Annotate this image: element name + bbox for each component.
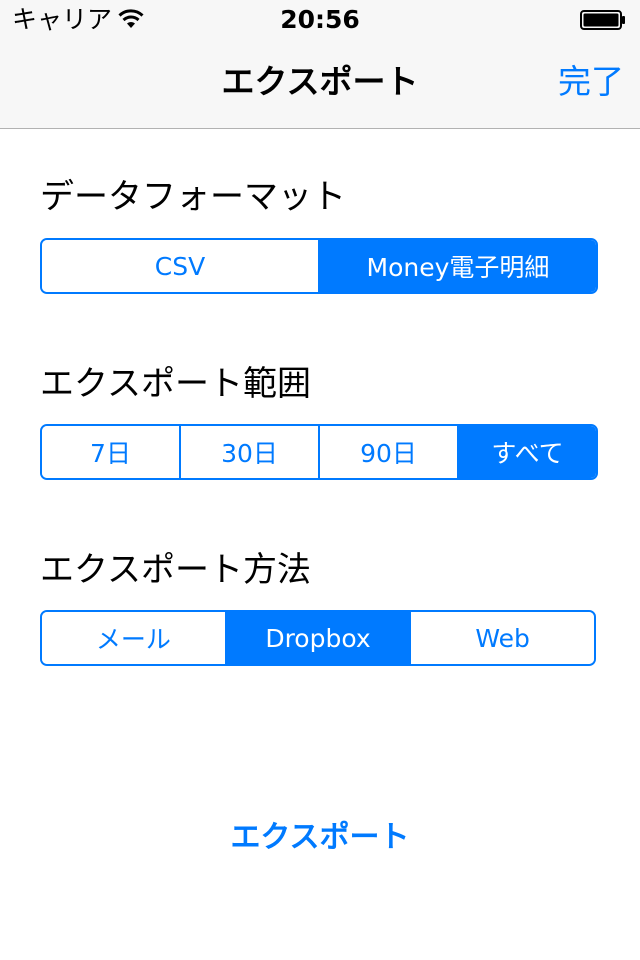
page-title: エクスポート xyxy=(221,62,419,101)
done-button[interactable]: 完了 xyxy=(558,60,624,104)
segment-90-days[interactable]: 90日 xyxy=(318,426,457,478)
segment-mail[interactable]: メール xyxy=(42,612,225,664)
segment-all[interactable]: すべて xyxy=(457,426,596,478)
status-bar: キャリア 20:56 xyxy=(0,0,640,40)
segment-money-statement[interactable]: Money電子明細 xyxy=(318,240,596,292)
data-format-selector: CSV Money電子明細 xyxy=(40,238,598,294)
export-screen: キャリア 20:56 エクスポート 完了 データフォーマット CSV Money… xyxy=(0,0,640,960)
segment-web[interactable]: Web xyxy=(409,612,594,664)
export-method-selector: メール Dropbox Web xyxy=(40,610,596,666)
battery-icon xyxy=(580,10,625,30)
segment-7-days[interactable]: 7日 xyxy=(42,426,179,478)
export-range-selector: 7日 30日 90日 すべて xyxy=(40,424,598,480)
segment-30-days[interactable]: 30日 xyxy=(179,426,318,478)
export-method-label: エクスポート方法 xyxy=(40,550,311,590)
status-time: 20:56 xyxy=(280,5,360,34)
navigation-area: キャリア 20:56 エクスポート 完了 xyxy=(0,0,640,129)
export-button[interactable]: エクスポート xyxy=(0,816,640,860)
data-format-label: データフォーマット xyxy=(40,177,346,217)
segment-csv[interactable]: CSV xyxy=(42,240,318,292)
export-range-label: エクスポート範囲 xyxy=(40,364,311,404)
segment-dropbox[interactable]: Dropbox xyxy=(224,612,410,664)
